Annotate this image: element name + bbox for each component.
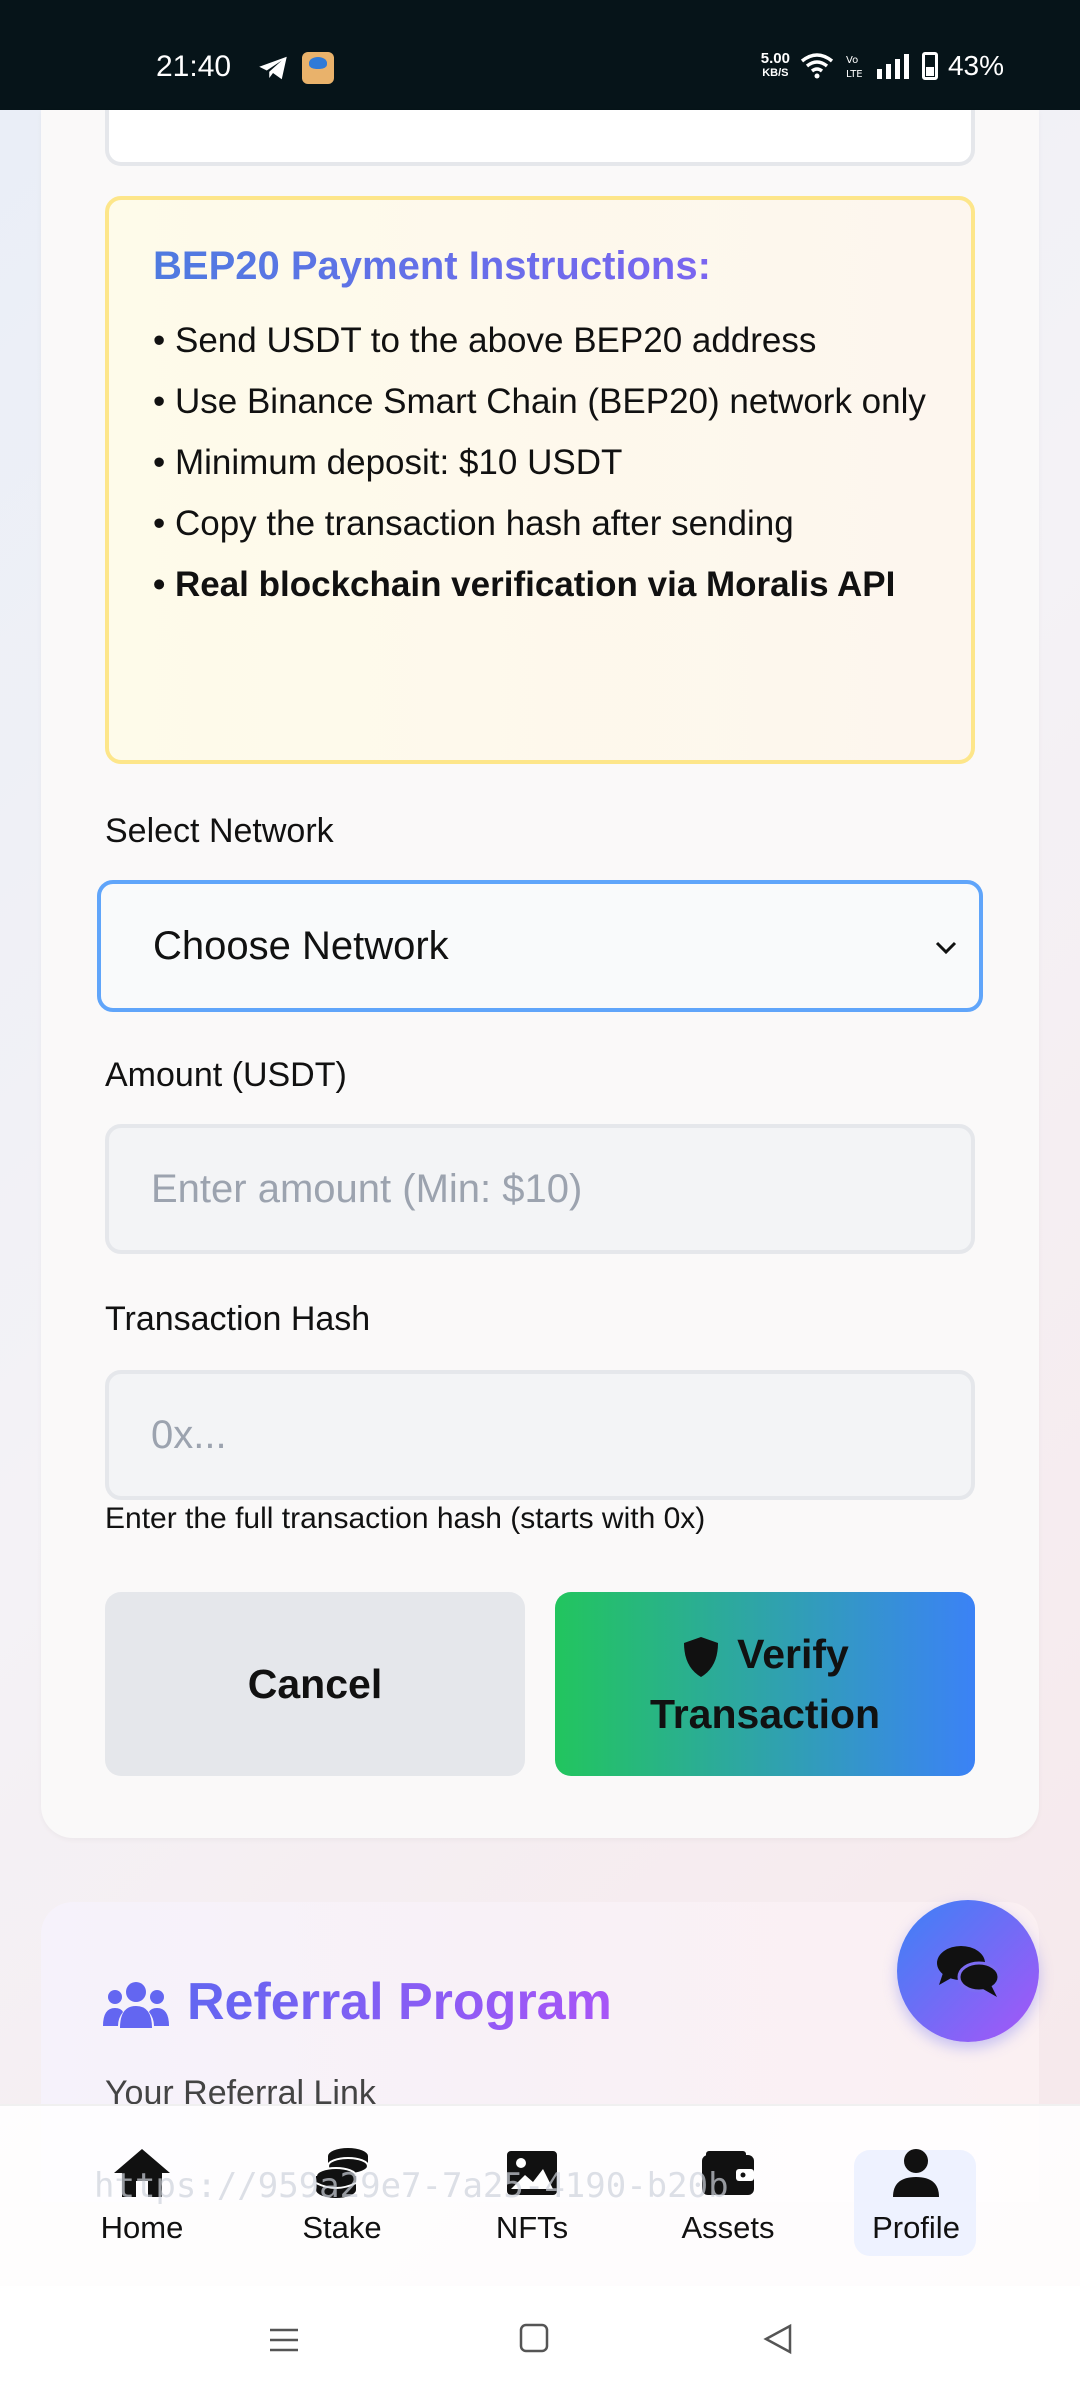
- nav-nfts-label: NFTs: [495, 2210, 569, 2245]
- app-icon: [302, 52, 334, 84]
- verify-label-line2: Transaction: [649, 1691, 881, 1737]
- instruction-item: • Use Binance Smart Chain (BEP20) networ…: [153, 382, 926, 421]
- signal-icon: [876, 54, 909, 79]
- cancel-button[interactable]: Cancel: [105, 1592, 525, 1776]
- chat-button[interactable]: [897, 1900, 1039, 2042]
- referral-link[interactable]: https://959a29e7-7a25-4190-b20b: [94, 2166, 729, 2206]
- menu-icon[interactable]: [266, 2322, 302, 2358]
- chevron-down-icon: [935, 941, 957, 955]
- instructions-list: • Send USDT to the above BEP20 address •…: [153, 315, 927, 610]
- wifi-icon: [800, 53, 834, 79]
- instruction-item: • Minimum deposit: $10 USDT: [153, 443, 623, 482]
- tx-hash-input[interactable]: [105, 1370, 975, 1500]
- nav-assets-label: Assets: [681, 2210, 775, 2245]
- user-icon: [893, 2149, 939, 2197]
- referral-title: Referral Program: [187, 1973, 612, 2031]
- battery-percent: 43%: [947, 50, 1004, 81]
- instruction-item: • Copy the transaction hash after sendin…: [153, 504, 794, 543]
- instruction-item: • Real blockchain verification via Moral…: [153, 565, 896, 604]
- nav-profile-label: Profile: [872, 2210, 960, 2245]
- telegram-icon: [259, 56, 287, 80]
- verify-label-line1: Verify: [737, 1631, 849, 1677]
- verify-transaction-button[interactable]: Verify Transaction: [555, 1592, 975, 1776]
- volte-icon: Vo LTE: [846, 55, 863, 80]
- address-field[interactable]: [105, 110, 975, 166]
- amount-input[interactable]: [105, 1124, 975, 1254]
- back-icon[interactable]: [762, 2322, 796, 2356]
- tx-hash-hint: Enter the full transaction hash (starts …: [105, 1502, 706, 1535]
- status-time: 21:40: [156, 50, 232, 83]
- instructions-title: BEP20 Payment Instructions:: [153, 244, 927, 289]
- system-nav-bar: [0, 2286, 1080, 2400]
- home-square-icon[interactable]: [518, 2322, 550, 2354]
- deposit-card: BEP20 Payment Instructions: • Send USDT …: [41, 110, 1039, 1838]
- payment-instructions: BEP20 Payment Instructions: • Send USDT …: [105, 196, 975, 764]
- users-icon: [103, 1982, 169, 2028]
- chat-icon: [937, 1946, 1001, 1997]
- nav-profile[interactable]: Profile: [866, 2106, 966, 2288]
- network-label: Select Network: [105, 812, 334, 850]
- nav-stake-label: Stake: [302, 2210, 382, 2245]
- battery-icon: [921, 52, 938, 80]
- nav-home-label: Home: [100, 2210, 184, 2245]
- shield-icon: [684, 1637, 719, 1678]
- svg-text:LTE: LTE: [846, 69, 863, 80]
- network-speed: 5.00 KB/S: [760, 50, 790, 79]
- network-selected-value: Choose Network: [153, 923, 449, 968]
- status-bar: 21:40 5.00 KB/S Vo LTE 43%: [0, 0, 1080, 110]
- network-select[interactable]: Choose Network: [97, 880, 983, 1012]
- amount-label: Amount (USDT): [105, 1056, 347, 1094]
- instruction-item: • Send USDT to the above BEP20 address: [153, 321, 817, 360]
- svg-text:Vo: Vo: [846, 55, 858, 66]
- tx-hash-label: Transaction Hash: [105, 1300, 371, 1338]
